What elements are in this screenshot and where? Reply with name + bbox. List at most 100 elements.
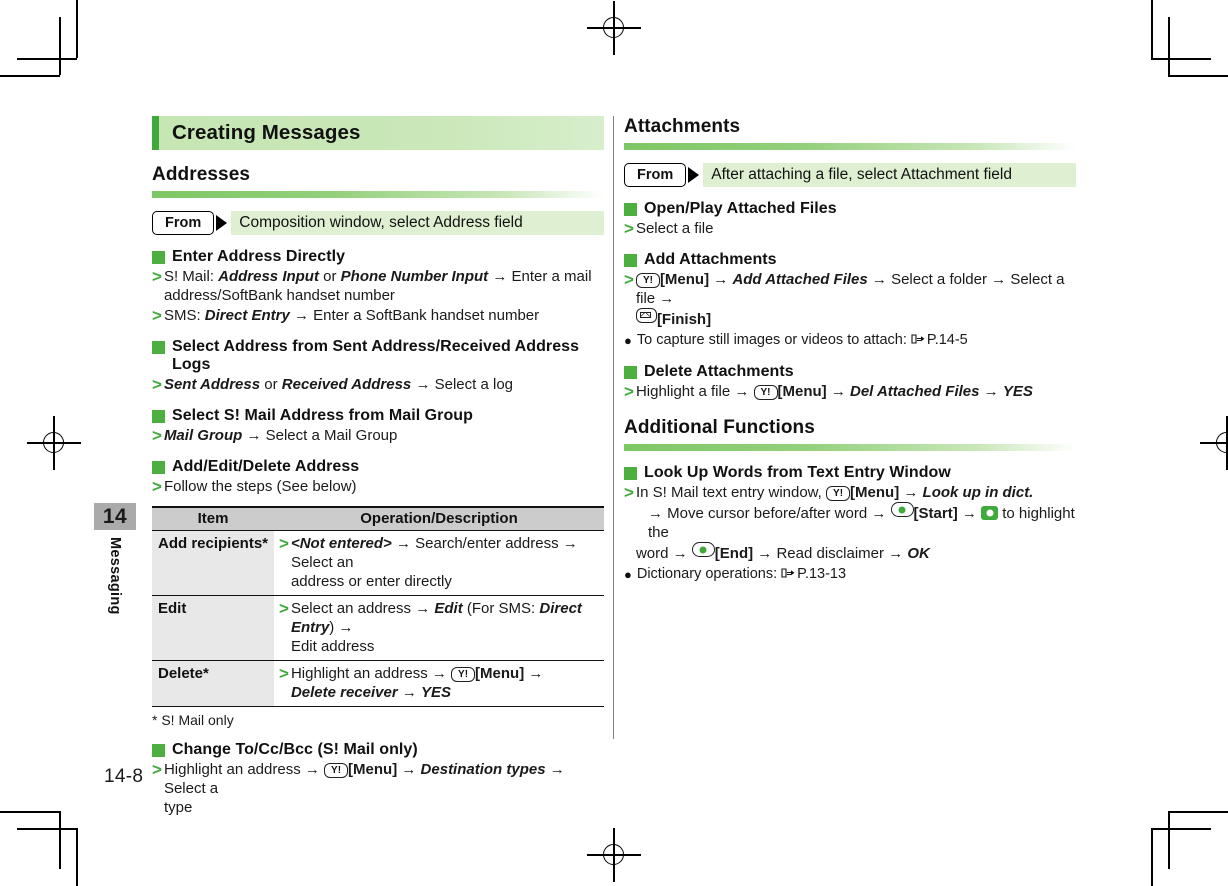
subheading-add-edit-delete-address: Add/Edit/Delete Address <box>152 458 604 476</box>
table-row: Edit > Select an address → Edit (For SMS… <box>152 595 604 661</box>
subheading-label: Open/Play Attached Files <box>644 200 837 217</box>
subheading-label: Enter Address Directly <box>172 248 346 265</box>
table-header-row: Item Operation/Description <box>152 506 604 531</box>
bullet-dot-icon: ● <box>624 567 632 582</box>
step-arrow-icon: > <box>152 267 162 286</box>
heading-attachments: Attachments <box>624 116 741 137</box>
step-text: In S! Mail text entry window, Y! [Menu] →… <box>635 484 1075 562</box>
green-square-icon <box>152 341 165 354</box>
step-text: Follow the steps (See below) <box>163 478 357 495</box>
banner-accent-bar <box>152 116 159 150</box>
step-line: > Mail Group → Select a Mail Group <box>152 426 604 445</box>
yahoo-key-icon: Y! <box>324 763 349 778</box>
heading-rule <box>624 143 1076 150</box>
note-line: ● To capture still images or videos to a… <box>624 331 1076 350</box>
banner-title: Creating Messages <box>172 121 361 144</box>
table-cell-item: Delete* <box>152 660 274 707</box>
note-text: Dictionary operations: P.13-13 <box>636 566 847 582</box>
left-column: Creating Messages Addresses From Composi… <box>152 116 604 818</box>
navigation-key-icon <box>981 506 999 520</box>
from-label: From <box>624 163 687 187</box>
yahoo-key-icon: Y! <box>635 273 660 288</box>
step-text: <Not entered> → Search/enter address → S… <box>290 535 578 590</box>
heading-rule <box>624 444 1076 451</box>
green-square-icon <box>624 254 637 267</box>
column-divider <box>613 116 614 739</box>
center-key-icon <box>691 542 715 557</box>
subheading-label: Delete Attachments <box>644 363 794 380</box>
table-cell-item: Add recipients* <box>152 530 274 596</box>
step-arrow-icon: > <box>624 382 634 401</box>
step-line: > Y! [Menu] → Add Attached Files → Select… <box>624 270 1076 329</box>
subheading-label: Change To/Cc/Bcc (S! Mail only) <box>172 741 418 758</box>
step-line: > Sent Address or Received Address → Sel… <box>152 375 604 394</box>
green-square-icon <box>624 467 637 480</box>
step-text: Highlight an address → Y! [Menu] → Delete… <box>290 665 544 701</box>
table-header-item: Item <box>152 506 274 531</box>
page-number: 14-8 <box>104 766 144 787</box>
mail-key-icon <box>635 308 657 323</box>
step-arrow-icon: > <box>152 760 162 779</box>
table-row: Add recipients* > <Not entered> → Search… <box>152 530 604 596</box>
heading-addresses: Addresses <box>152 164 251 185</box>
bullet-dot-icon: ● <box>624 333 632 348</box>
green-square-icon <box>152 461 165 474</box>
subheading-select-address-logs: Select Address from Sent Address/Receive… <box>152 338 604 374</box>
subheading-label: Select S! Mail Address from Mail Group <box>172 407 473 424</box>
from-band-attachments: From After attaching a file, select Atta… <box>624 163 1076 187</box>
from-label: From <box>152 211 215 235</box>
step-line: > SMS: Direct Entry → Enter a SoftBank h… <box>152 306 604 325</box>
note-text: To capture still images or videos to att… <box>636 332 968 348</box>
from-arrow-icon <box>688 167 700 183</box>
subheading-label: Add Attachments <box>644 251 777 268</box>
manual-page: 14 Messaging 14-8 Creating Messages Addr… <box>0 0 1228 886</box>
green-square-icon <box>624 366 637 379</box>
chapter-number: 14 <box>94 503 136 530</box>
subheading-select-smail-mail-group: Select S! Mail Address from Mail Group <box>152 407 604 425</box>
table-header-operation: Operation/Description <box>274 506 604 531</box>
green-square-icon <box>152 410 165 423</box>
table-cell-description: > Select an address → Edit (For SMS: Dir… <box>274 595 604 661</box>
green-square-icon <box>152 251 165 264</box>
subheading-add-attachments: Add Attachments <box>624 251 1076 269</box>
step-text: SMS: Direct Entry → Enter a SoftBank han… <box>163 307 540 324</box>
yahoo-key-icon: Y! <box>826 486 851 501</box>
subheading-open-play-attached-files: Open/Play Attached Files <box>624 200 1076 218</box>
green-square-icon <box>624 203 637 216</box>
table-row: Delete* > Highlight an address → Y! [Menu… <box>152 660 604 707</box>
from-text: After attaching a file, select Attachmen… <box>703 163 1076 187</box>
step-line: > Select a file <box>624 219 1076 238</box>
step-arrow-icon: > <box>279 534 289 553</box>
step-line: > Highlight a file → Y! [Menu] → Del Atta… <box>624 382 1076 401</box>
subheading-label: Add/Edit/Delete Address <box>172 458 360 475</box>
step-line: > S! Mail: Address Input or Phone Number… <box>152 267 604 305</box>
table-cell-description: > <Not entered> → Search/enter address →… <box>274 530 604 596</box>
section-banner: Creating Messages <box>152 116 604 150</box>
step-arrow-icon: > <box>624 483 634 502</box>
center-key-icon <box>890 502 914 517</box>
heading-additional-functions: Additional Functions <box>624 417 815 438</box>
from-band-addresses: From Composition window, select Address … <box>152 211 604 235</box>
note-line: ● Dictionary operations: P.13-13 <box>624 565 1076 584</box>
step-line: > Follow the steps (See below) <box>152 477 604 496</box>
step-text: Highlight an address → Y! [Menu] → Destin… <box>163 761 565 816</box>
from-arrow-icon <box>216 215 228 231</box>
table-footnote: * S! Mail only <box>152 712 234 728</box>
address-operations-table: Item Operation/Description Add recipient… <box>152 506 604 707</box>
step-text: Highlight a file → Y! [Menu] → Del Attach… <box>635 383 1033 400</box>
yahoo-key-icon: Y! <box>753 385 778 400</box>
step-arrow-icon: > <box>279 599 289 618</box>
step-arrow-icon: > <box>152 477 162 496</box>
chapter-label: Messaging <box>107 537 123 615</box>
page-reference-icon <box>911 333 926 345</box>
from-text: Composition window, select Address field <box>231 211 604 235</box>
green-square-icon <box>152 744 165 757</box>
subheading-label: Look Up Words from Text Entry Window <box>644 464 951 481</box>
step-arrow-icon: > <box>152 426 162 445</box>
heading-rule <box>152 191 604 198</box>
step-arrow-icon: > <box>624 219 634 238</box>
step-text: Select an address → Edit (For SMS: Direc… <box>290 600 582 655</box>
subheading-change-to-cc-bcc: Change To/Cc/Bcc (S! Mail only) <box>152 741 604 759</box>
step-text: Mail Group → Select a Mail Group <box>163 427 398 444</box>
step-line: > Highlight an address → Y! [Menu] → Dest… <box>152 760 604 817</box>
